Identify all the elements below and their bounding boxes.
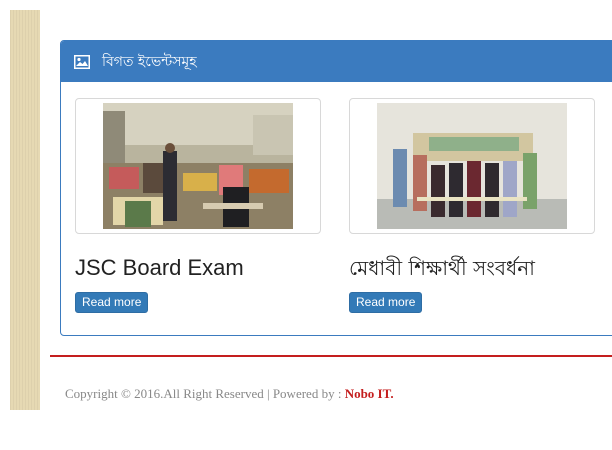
footer-divider xyxy=(50,355,612,357)
event-thumbnail[interactable] xyxy=(349,98,595,234)
copyright-text: Copyright © 2016.All Right Reserved | Po… xyxy=(65,386,345,401)
panel-title: বিগত ইভেন্টসমূহ xyxy=(102,53,197,70)
event-card: মেধাবী শিক্ষার্থী সংবর্ধনা Read more xyxy=(349,98,595,313)
read-more-button[interactable]: Read more xyxy=(75,292,149,313)
footer: Copyright © 2016.All Right Reserved | Po… xyxy=(65,386,394,402)
event-title: JSC Board Exam xyxy=(75,255,244,280)
decorative-left-strip xyxy=(10,10,40,410)
student-reception-photo xyxy=(377,103,567,229)
brand-link[interactable]: Nobo IT. xyxy=(345,386,394,401)
event-title: মেধাবী শিক্ষার্থী সংবর্ধনা xyxy=(349,256,535,280)
read-more-button[interactable]: Read more xyxy=(349,292,423,313)
panel-heading: বিগত ইভেন্টসমূহ xyxy=(61,41,612,82)
exam-hall-photo xyxy=(103,103,293,229)
past-events-panel: বিগত ইভেন্টসমূহ JSC Board Exam Read more… xyxy=(60,40,612,336)
image-icon xyxy=(74,54,90,69)
event-thumbnail[interactable] xyxy=(75,98,321,234)
event-card: JSC Board Exam Read more xyxy=(75,98,321,313)
